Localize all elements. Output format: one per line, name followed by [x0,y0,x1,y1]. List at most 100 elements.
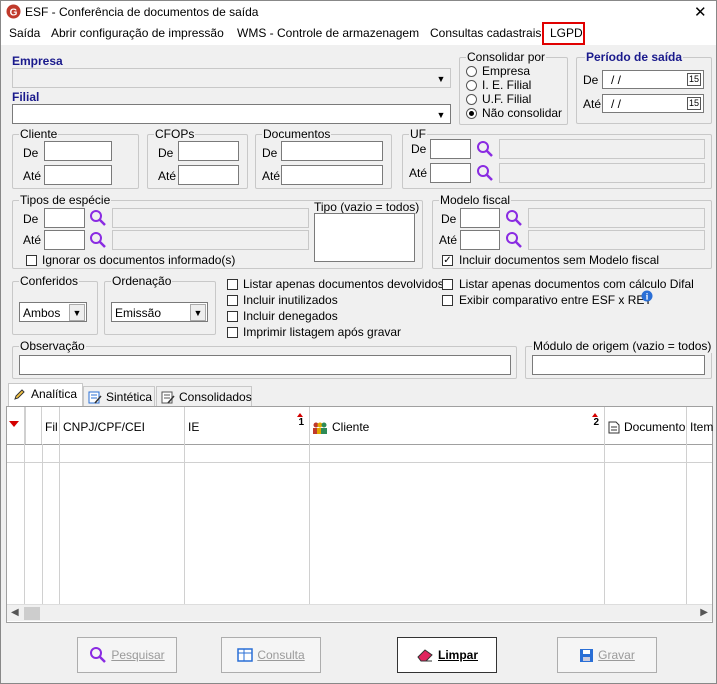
grid-col-item[interactable]: Item [687,407,714,444]
cfops-de-input[interactable] [178,141,239,161]
grid-col-cliente[interactable]: Cliente 2 [310,407,605,444]
empresa-label: Empresa [12,54,63,68]
app-logo-icon: G [6,4,21,19]
incluir-denegados-checkbox[interactable] [227,311,238,322]
modulo-input[interactable] [532,355,705,375]
search-icon[interactable] [476,164,494,182]
empresa-combo[interactable]: ▼ [12,68,451,88]
users-icon [313,422,327,434]
sort-down-icon [9,421,19,427]
observacao-input[interactable] [19,355,511,375]
menu-abrir-config[interactable]: Abrir configuração de impressão [51,26,224,40]
cfops-ate-label: Até [158,169,177,183]
incluir-inutilizados-label: Incluir inutilizados [243,293,338,307]
periodo-de-input[interactable]: / / 15 [602,70,704,89]
tipo-list[interactable] [314,213,415,262]
listar-difal-checkbox[interactable] [442,279,453,290]
especie-de-desc [112,208,309,228]
conferidos-select[interactable]: Ambos ▼ [19,302,87,322]
imprimir-listagem-label: Imprimir listagem após gravar [243,325,402,339]
uf-de-input[interactable] [430,139,471,159]
grid-vline [309,444,310,604]
filial-combo[interactable]: ▼ [12,104,451,124]
ignorar-checkbox[interactable] [26,255,37,266]
periodo-title: Período de saída [585,50,684,64]
listar-devolvidos-checkbox[interactable] [227,279,238,290]
grid-vline [42,444,43,604]
scroll-thumb[interactable] [24,607,40,620]
scroll-left-icon[interactable]: ◀ [11,607,19,618]
document-list-icon [161,391,175,404]
exibir-comparativo-checkbox[interactable] [442,295,453,306]
documentos-de-label: De [262,146,278,160]
sheet-edit-icon [88,391,102,404]
tab-analitica-label: Analítica [31,387,78,401]
menu-saida[interactable]: Saída [9,26,40,40]
search-icon[interactable] [89,231,107,249]
pesquisar-button[interactable]: Pesquisar [77,637,177,673]
limpar-button[interactable]: Limpar [397,637,497,673]
chevron-down-icon[interactable]: ▼ [433,70,449,87]
grid-col-fil[interactable]: Fil [42,407,60,444]
modelo-de-label: De [441,212,457,226]
documentos-de-input[interactable] [281,141,383,161]
chevron-down-icon[interactable]: ▼ [190,304,206,321]
tab-consolidados[interactable]: Consolidados [156,386,252,406]
table-icon [237,648,254,662]
radio-nao-consolidar[interactable] [466,108,477,119]
radio-ie-filial[interactable] [466,80,477,91]
horizontal-scrollbar[interactable]: ◀ ▶ [7,604,712,621]
modulo-title: Módulo de origem (vazio = todos) [532,339,713,353]
incluir-inutilizados-checkbox[interactable] [227,295,238,306]
chevron-down-icon[interactable]: ▼ [69,304,85,321]
search-icon[interactable] [505,209,523,227]
uf-ate-input[interactable] [430,163,471,183]
especie-ate-input[interactable] [44,230,85,250]
listar-difal-label: Listar apenas documentos com cálculo Dif… [459,277,694,291]
tipo-title: Tipo (vazio = todos) [314,200,420,214]
save-icon [580,648,594,662]
grid-col-documento[interactable]: Documento [605,407,687,444]
especie-de-input[interactable] [44,208,85,228]
chevron-down-icon[interactable]: ▼ [433,106,449,123]
uf-ate-label: Até [409,166,428,180]
grid-col-ie[interactable]: IE 1 [185,407,310,444]
search-icon[interactable] [89,209,107,227]
calendar-icon[interactable]: 15 [687,73,702,86]
radio-uf-filial[interactable] [466,94,477,105]
documentos-ate-label: Até [262,169,281,183]
periodo-ate-label: Até [583,97,602,111]
radio-empresa[interactable] [466,66,477,77]
cliente-ate-input[interactable] [44,165,112,185]
imprimir-listagem-checkbox[interactable] [227,327,238,338]
calendar-icon[interactable]: 15 [687,97,702,110]
incluir-sem-modelo-checkbox[interactable]: ✓ [442,255,453,266]
sort-up-icon [297,413,303,417]
modelo-ate-input[interactable] [460,230,500,250]
menu-wms[interactable]: WMS - Controle de armazenagem [237,26,419,40]
cliente-de-input[interactable] [44,141,112,161]
documentos-ate-input[interactable] [281,165,383,185]
scroll-right-icon[interactable]: ▶ [700,607,708,618]
close-icon[interactable]: ✕ [694,3,707,21]
ordenacao-select[interactable]: Emissão ▼ [111,302,208,322]
search-icon[interactable] [505,231,523,249]
tab-analitica[interactable]: Analítica [8,383,83,406]
grid-col-cliente-label: Cliente [332,420,370,434]
search-icon[interactable] [476,140,494,158]
grid-col-cnpj[interactable]: CNPJ/CPF/CEI [60,407,185,444]
results-grid[interactable]: Fil CNPJ/CPF/CEI IE 1 Cliente 2 Document… [6,406,713,623]
consulta-button[interactable]: Consulta [221,637,321,673]
gravar-button[interactable]: Gravar [557,637,657,673]
tab-sintetica[interactable]: Sintética [83,386,155,406]
sort-order-ie: 1 [298,417,304,428]
uf-title: UF [409,127,427,141]
menu-consultas[interactable]: Consultas cadastrais [430,26,541,40]
modelo-de-input[interactable] [460,208,500,228]
periodo-ate-input[interactable]: / / 15 [602,94,704,113]
grid-row-divider [7,462,712,463]
cfops-ate-input[interactable] [178,165,239,185]
grid-vline [686,444,687,604]
incluir-denegados-label: Incluir denegados [243,309,338,323]
info-icon[interactable]: i [639,290,655,304]
